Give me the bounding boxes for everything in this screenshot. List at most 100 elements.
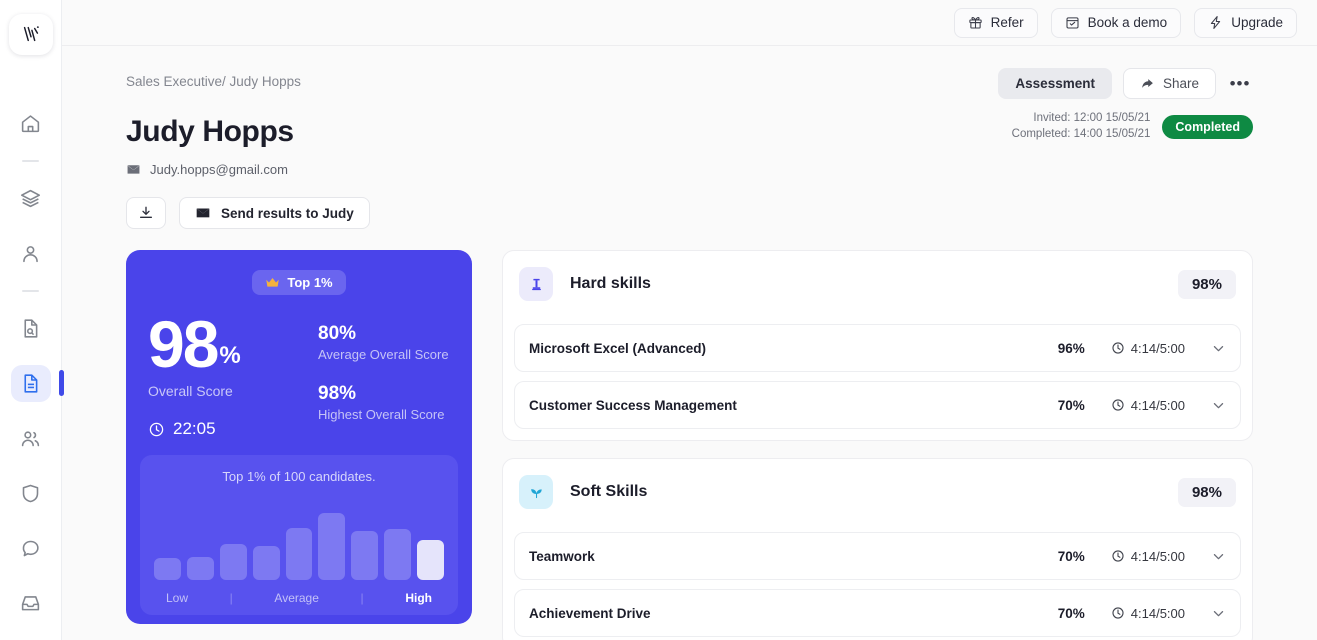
skills-column: Hard skills 98% Microsoft Excel (Advanced)… [502,250,1253,640]
document-icon [20,373,41,394]
overall-score-value-row: 98 % [148,311,318,377]
calendar-icon [1065,15,1080,30]
soft-skills-icon [519,475,553,510]
skill-card-header: Soft Skills 98% [514,470,1241,523]
book-demo-label: Book a demo [1087,15,1168,30]
document-search-icon [20,318,41,339]
sidebar-divider [22,289,39,292]
lightning-icon [1208,15,1223,30]
mail-icon [126,162,141,177]
skill-name: Customer Success Management [529,397,737,413]
sidebar-item-document-search[interactable] [11,310,51,347]
skill-row[interactable]: Customer Success Management 70% 4:14/5:00 [514,381,1241,430]
skill-time-value: 4:14/5:00 [1130,605,1185,621]
hard-skills-icon [519,267,553,302]
skill-name: Achievement Drive [529,605,651,621]
sidebar-item-people[interactable] [11,420,51,457]
sidebar-item-chat[interactable] [11,530,51,567]
chart-bar [186,556,214,581]
upgrade-button[interactable]: Upgrade [1194,7,1297,38]
candidate-email: Judy.hopps@gmail.com [150,162,288,178]
sidebar-item-shield[interactable] [11,475,51,512]
chart-bar [351,531,379,581]
duration-value: 22:05 [173,419,216,439]
chart-bar [285,527,313,581]
clock-icon [1111,341,1125,355]
sidebar-item-document[interactable] [10,364,51,402]
sidebar-item-inbox[interactable] [11,585,51,622]
skill-time: 4:14/5:00 [1111,398,1185,413]
sidebar-item-person[interactable] [11,235,51,272]
refer-button[interactable]: Refer [953,7,1038,38]
chart-bar [154,558,181,581]
chart-bars [154,496,445,581]
send-results-label: Send results to Judy [221,205,354,221]
highest-score-label: Highest Overall Score [318,407,445,423]
skill-time-value: 4:14/5:00 [1130,397,1185,413]
more-options-button[interactable]: ••• [1227,71,1253,97]
share-button[interactable]: Share [1122,68,1216,99]
chevron-down-icon[interactable] [1211,606,1226,621]
overall-score-value: 98 [148,307,219,382]
skill-percent: 70% [1057,548,1085,564]
sidebar-item-home[interactable] [11,105,51,142]
send-results-button[interactable]: Send results to Judy [179,197,370,230]
skill-time: 4:14/5:00 [1111,549,1185,564]
skill-percent: 70% [1057,605,1085,621]
home-icon [20,113,41,134]
skill-card: Soft Skills 98% Teamwork 70% 4:14/5:00 Achiev… [502,458,1253,640]
candidate-meta: Invited: 12:00 15/05/21 Completed: 14:00… [1012,111,1253,149]
top-toolbar: Refer Book a demo Upgrade [62,0,1317,46]
chevron-down-icon[interactable] [1211,341,1226,356]
skill-time: 4:14/5:00 [1111,341,1185,356]
top-percentile-label: Top 1% [287,275,333,291]
chart-bar [252,545,280,581]
upgrade-label: Upgrade [1231,15,1283,30]
highest-score-block: 98% Highest Overall Score [318,383,449,422]
gift-icon [968,15,983,30]
skill-time-value: 4:14/5:00 [1130,340,1185,356]
breadcrumb-row: Sales Executive/ Judy Hopps Assessment S… [126,68,1253,99]
skill-row[interactable]: Microsoft Excel (Advanced) 96% 4:14/5:00 [514,324,1241,373]
action-row: Send results to Judy [126,197,1253,230]
comparison-stats: 80% Average Overall Score 98% Highest Ov… [318,311,449,439]
people-icon [20,428,41,449]
skill-row[interactable]: Achievement Drive 70% 4:14/5:00 [514,589,1241,638]
download-icon [138,205,154,221]
skill-percent: 70% [1057,397,1085,413]
chart-bar [318,512,346,581]
person-icon [20,243,41,264]
skill-name: Microsoft Excel (Advanced) [529,340,707,356]
invited-time: Invited: 12:00 15/05/21 [1033,112,1151,124]
completed-time: Completed: 14:00 15/05/21 [1011,127,1151,140]
duration-row: 22:05 [148,419,318,439]
chart-axis: Low | Average | High [154,591,444,605]
header-actions: Assessment Share ••• [998,68,1253,99]
brand-logo[interactable] [8,14,53,55]
axis-tick-2: | [360,591,364,606]
average-score-value: 80% [318,323,357,345]
status-badge: Completed [1162,114,1253,139]
clock-icon [148,421,165,438]
skill-time: 4:14/5:00 [1111,606,1185,621]
chart-bar [384,528,412,581]
skill-time-value: 4:14/5:00 [1130,548,1185,564]
book-demo-button[interactable]: Book a demo [1050,7,1182,38]
breadcrumb[interactable]: Sales Executive/ Judy Hopps [126,68,301,89]
score-grid: 98 % Overall Score 22:05 80% Average Ove… [148,311,450,439]
download-button[interactable] [126,197,166,230]
top-percentile-badge: Top 1% [252,270,346,296]
chevron-down-icon[interactable] [1211,398,1226,413]
skill-category-score: 98% [1177,477,1236,507]
average-score-block: 80% Average Overall Score [318,323,449,362]
sidebar [0,0,62,640]
app-root: Refer Book a demo Upgrade Sales Executiv… [0,0,1317,640]
sidebar-item-layers[interactable] [11,180,51,217]
skill-row[interactable]: Teamwork 70% 4:14/5:00 [514,532,1241,581]
page-title: Judy Hopps [126,115,294,149]
axis-label-average: Average [274,591,319,606]
chevron-down-icon[interactable] [1211,549,1226,564]
assessment-tab[interactable]: Assessment [998,68,1112,99]
chart-bar [417,539,445,581]
axis-tick-1: | [229,591,233,606]
